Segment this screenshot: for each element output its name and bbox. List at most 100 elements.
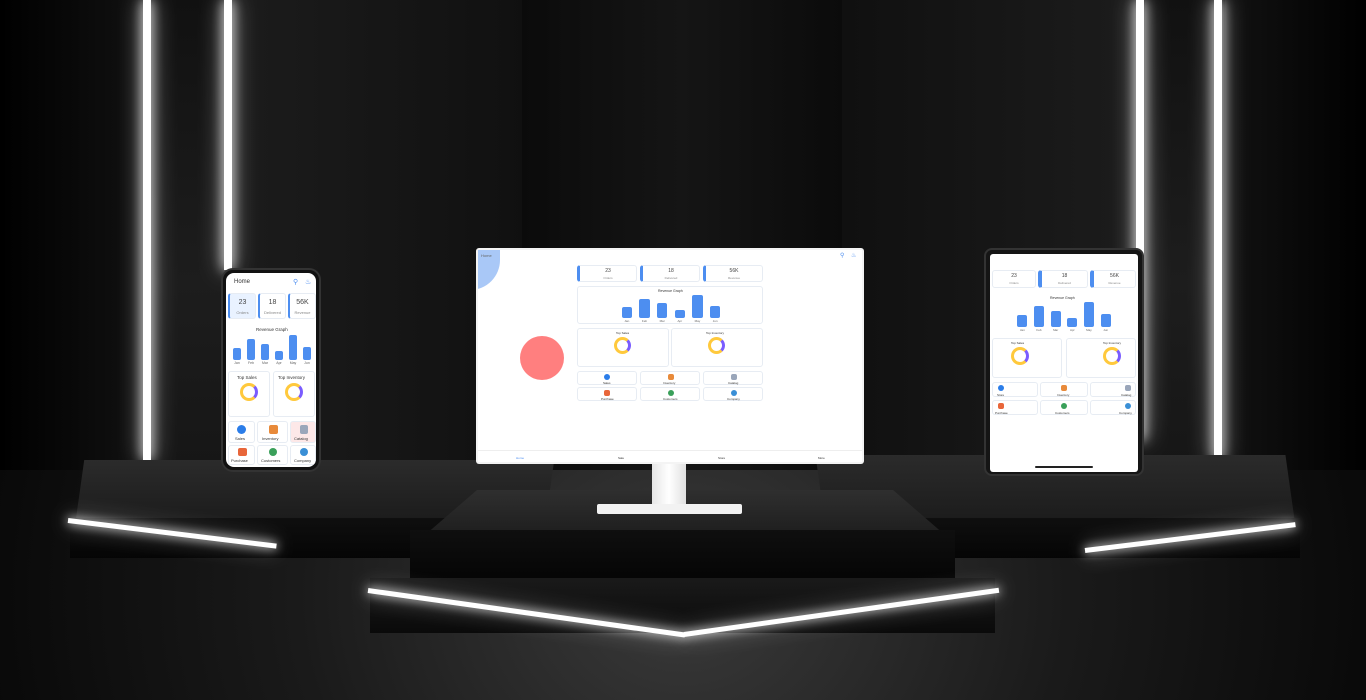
search-icon[interactable]: ⚲ xyxy=(840,252,844,259)
menu-item-inventory[interactable]: Inventory xyxy=(1040,382,1088,397)
donut-chart xyxy=(1011,347,1029,365)
chart-tick-label: Mar xyxy=(261,361,269,365)
globe-icon xyxy=(1125,403,1131,409)
menu-label: Purchase xyxy=(601,397,614,401)
stat-label: Delivered xyxy=(1058,281,1071,285)
stat-value: 18 xyxy=(668,268,674,274)
chart-tick-label: May xyxy=(289,361,297,365)
top-inventory-card[interactable]: Top Inventory xyxy=(671,328,763,367)
catalog-icon xyxy=(1125,385,1131,391)
stat-card-revenue[interactable]: 56K Revenue xyxy=(1090,270,1136,288)
purchase-icon xyxy=(238,448,247,456)
bell-icon[interactable]: ♨ xyxy=(851,252,856,259)
chart-tick-label: Jun xyxy=(712,319,718,323)
decorative-circle xyxy=(520,336,564,380)
purchase-icon xyxy=(998,403,1004,409)
donut-chart xyxy=(708,337,725,354)
menu-item-purchase[interactable]: Purchase xyxy=(228,445,255,465)
chart-tick-label: Jan xyxy=(234,361,240,365)
donut-chart xyxy=(614,337,631,354)
globe-icon xyxy=(731,390,737,396)
menu-item-customers[interactable]: Customers xyxy=(1040,400,1088,415)
menu-label: Purchase xyxy=(995,411,1008,415)
bell-icon[interactable]: ♨ xyxy=(305,278,311,286)
menu-label: Sales xyxy=(235,436,246,441)
stat-card-orders[interactable]: 23 Orders xyxy=(992,270,1036,288)
stat-label: Orders xyxy=(603,276,613,280)
stat-label: Orders xyxy=(236,310,249,315)
menu-label: Company xyxy=(727,397,740,401)
monitor-stand xyxy=(652,464,686,506)
top-sales-card[interactable]: Top Sales xyxy=(992,338,1062,378)
stat-card-delivered[interactable]: 18 Delivered xyxy=(258,293,286,319)
menu-item-catalog[interactable]: Catalog xyxy=(290,421,316,443)
top-inventory-card[interactable]: Top Inventory xyxy=(1066,338,1136,378)
chart-bar xyxy=(246,338,256,360)
chart-tick-label: May xyxy=(694,319,701,323)
nav-store[interactable]: Store xyxy=(718,456,725,460)
top-sales-card[interactable]: Top Sales xyxy=(577,328,669,367)
revenue-chart: Jan Feb Mar Apr May Jun xyxy=(1014,302,1114,332)
stat-value: 56K xyxy=(296,299,309,306)
monitor-device: Home ⚲ ♨ 23 Orders 18 Delivered 56K Reve… xyxy=(476,248,864,464)
customers-icon xyxy=(269,448,277,456)
stat-card-revenue[interactable]: 56K Revenue xyxy=(288,293,316,319)
stat-value: 56K xyxy=(1110,273,1119,279)
chart-tick-label: Feb xyxy=(247,361,255,365)
menu-item-catalog[interactable]: Catalog xyxy=(703,371,763,385)
chart-tick-label: Apr xyxy=(276,361,282,365)
menu-item-customers[interactable]: Customers xyxy=(257,445,288,465)
revenue-chart: Jan Feb Mar Apr May Jun xyxy=(230,335,314,365)
globe-icon xyxy=(300,448,308,456)
menu-label: Company xyxy=(294,458,312,463)
top-inventory-card[interactable]: Top Inventory xyxy=(273,371,315,417)
stat-card-orders[interactable]: 23 Orders xyxy=(228,293,256,319)
backdrop-panel xyxy=(150,0,225,470)
nav-more[interactable]: More xyxy=(818,456,825,460)
menu-item-customers[interactable]: Customers xyxy=(640,387,700,401)
stat-value: 56K xyxy=(729,268,739,274)
stat-card-revenue[interactable]: 56K Revenue xyxy=(703,265,763,282)
menu-item-sales[interactable]: Sales xyxy=(228,421,255,443)
card-title: Top Sales xyxy=(237,375,257,380)
menu-label: Customers xyxy=(1055,411,1070,415)
menu-label: Sales xyxy=(603,381,611,385)
menu-item-store[interactable]: Store xyxy=(992,382,1038,397)
stat-label: Revenue xyxy=(727,276,740,280)
chart-bar xyxy=(1050,311,1061,327)
neon-strip xyxy=(143,0,151,460)
neon-strip xyxy=(1214,0,1222,460)
menu-item-sales[interactable]: Sales xyxy=(577,371,637,385)
menu-item-inventory[interactable]: Inventory xyxy=(257,421,288,443)
chart-bar xyxy=(288,335,298,360)
menu-item-company[interactable]: Company xyxy=(290,445,316,465)
chart-bar xyxy=(1034,305,1044,327)
stat-card-delivered[interactable]: 18 Delivered xyxy=(1038,270,1088,288)
menu-label: Catalog xyxy=(1121,393,1132,397)
stat-card-delivered[interactable]: 18 Delivered xyxy=(640,265,700,282)
menu-item-company[interactable]: Company xyxy=(703,387,763,401)
chart-tick-label: Feb xyxy=(641,319,648,323)
nav-home[interactable]: Home xyxy=(516,456,524,460)
revenue-chart-card: Revenue Graph Jan Feb Mar Apr May Jun xyxy=(577,286,763,324)
donut-chart xyxy=(285,383,303,401)
donut-chart xyxy=(240,383,258,401)
showcase-stage: Home ⚲ ♨ 23 Orders 18 Delivered 56K Reve… xyxy=(0,0,1366,700)
card-title: Top Inventory xyxy=(278,375,306,380)
dollar-icon xyxy=(998,385,1004,391)
tablet-screen: 23 Orders 18 Delivered 56K Revenue Reven… xyxy=(990,254,1138,472)
menu-item-company[interactable]: Company xyxy=(1090,400,1136,415)
phone-screen: Home ⚲ ♨ 23 Orders 18 Delivered 56K Reve… xyxy=(226,273,316,467)
menu-item-inventory[interactable]: Inventory xyxy=(640,371,700,385)
phone-device: Home ⚲ ♨ 23 Orders 18 Delivered 56K Reve… xyxy=(221,268,321,472)
stat-value: 23 xyxy=(605,268,611,274)
chart-bar xyxy=(302,346,312,360)
stat-card-orders[interactable]: 23 Orders xyxy=(577,265,637,282)
search-icon[interactable]: ⚲ xyxy=(293,278,298,286)
menu-item-catalog[interactable]: Catalog xyxy=(1090,382,1136,397)
card-title: Top Inventory xyxy=(1103,341,1122,345)
menu-item-purchase[interactable]: Purchase xyxy=(577,387,637,401)
menu-item-purchase[interactable]: Purchase xyxy=(992,400,1038,415)
top-sales-card[interactable]: Top Sales xyxy=(228,371,270,417)
nav-sale[interactable]: Sale xyxy=(618,456,624,460)
